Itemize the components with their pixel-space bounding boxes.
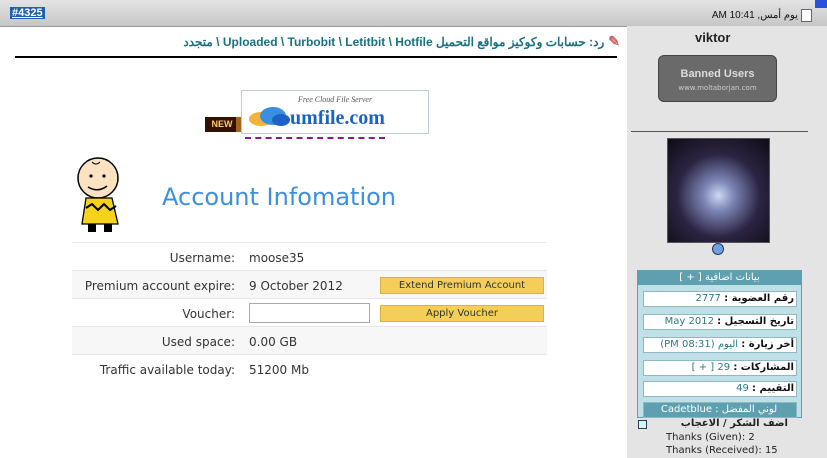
sidebar-divider (631, 131, 808, 132)
username-link[interactable]: viktor (695, 30, 730, 45)
row-label: Voucher: (182, 307, 235, 321)
row-value: 51200 Mb (249, 363, 309, 377)
account-row-premium: Premium account expire: 9 October 2012 E… (72, 270, 547, 299)
user-avatar[interactable] (667, 138, 770, 243)
account-row-username: Username: moose35 (72, 242, 547, 271)
apply-voucher-button[interactable]: Apply Voucher (380, 305, 544, 322)
account-row-used-space: Used space: 0.00 GB (72, 326, 547, 355)
logo-name: umfile.com (290, 107, 385, 129)
row-label: Premium account expire: (84, 279, 235, 293)
charlie-brown-image (77, 157, 119, 232)
dashed-separator (245, 137, 385, 139)
info-header-toggle[interactable]: بيانات اضافية [ + ] (638, 271, 801, 285)
post-document-icon (801, 9, 812, 22)
logo-tagline: Free Cloud File Server (297, 95, 373, 104)
reply-title: ✎رد: حسابات وكوكيز مواقع التحميل Uploade… (183, 33, 620, 49)
thanks-given: Thanks (Given): 2 (666, 432, 755, 443)
pen-icon: ✎ (608, 33, 620, 49)
new-badge: NEW (205, 117, 239, 132)
account-row-voucher: Voucher: Apply Voucher (72, 298, 547, 327)
thanks-header: اضف الشكر / الاعجاب (680, 418, 788, 429)
row-label: Used space: (161, 335, 235, 349)
row-label: Username: (169, 251, 235, 265)
user-info-box: بيانات اضافية [ + ] رقم العضوية : 2777 ت… (637, 270, 802, 418)
row-label: Traffic available today: (99, 363, 235, 377)
account-row-traffic: Traffic available today: 51200 Mb (72, 354, 547, 383)
row-value: moose35 (249, 251, 305, 265)
info-row-last-visit: أخر زيارة : اليوم (08:31 PM) (643, 337, 797, 353)
corner-marker (815, 0, 827, 8)
rank-subtext: www.moltaborjan.com (678, 84, 757, 92)
info-row-member-id: رقم العضوية : 2777 (643, 291, 797, 307)
rank-image: Banned Users www.moltaborjan.com (658, 55, 777, 102)
divider (15, 56, 617, 58)
info-row-posts[interactable]: المشاركات : 29 [ + ] (643, 360, 797, 376)
post-date: يوم أمس, 10:41 AM (712, 9, 812, 22)
info-row-join-date: تاريخ التسجيل : May 2012 (643, 314, 797, 330)
thanks-received: Thanks (Received): 15 (666, 445, 778, 456)
online-status-icon (712, 243, 724, 255)
rank-text: Banned Users (680, 68, 755, 80)
post-number-link[interactable]: #4325 (10, 7, 45, 19)
voucher-input[interactable] (249, 303, 370, 323)
row-value: 9 October 2012 (249, 279, 343, 293)
info-row-rating: التقييم : 49 (643, 381, 797, 397)
cloud-icon (249, 107, 290, 126)
account-title: Account Infomation (162, 183, 397, 211)
info-row-fav-color: لوني المفضل : Cadetblue (643, 402, 797, 418)
extend-premium-button[interactable]: Extend Premium Account (380, 277, 544, 294)
row-value: 0.00 GB (249, 335, 298, 349)
umfile-logo-banner[interactable]: Free Cloud File Server umfile.com (241, 90, 429, 134)
post-header-bar: #4325 يوم أمس, 10:41 AM (0, 0, 827, 27)
